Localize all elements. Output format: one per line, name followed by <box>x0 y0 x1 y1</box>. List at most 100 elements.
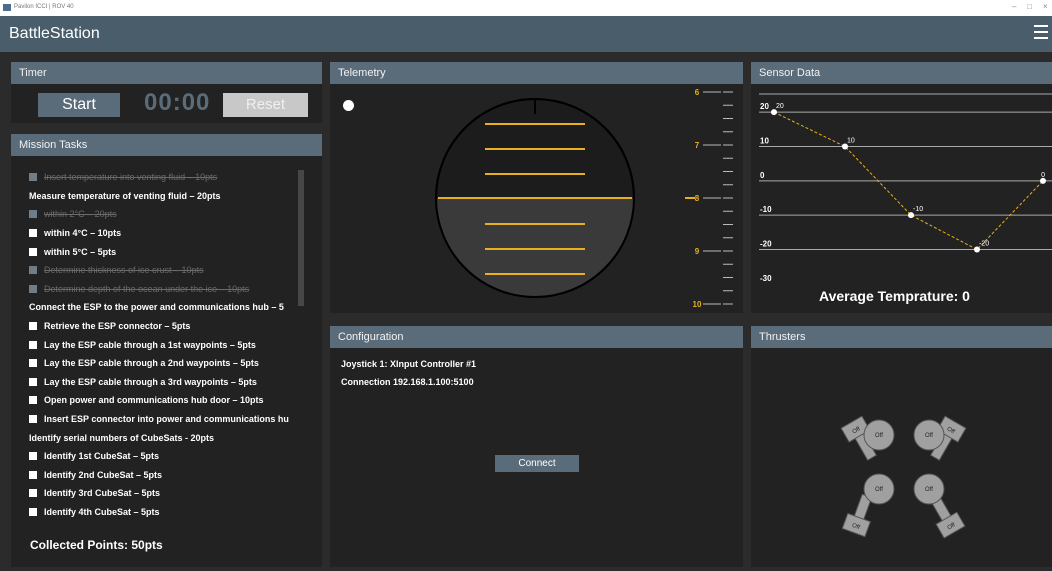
connection-info: Connection 192.168.1.100:5100 <box>341 377 474 387</box>
thruster-state-label: Off <box>925 487 933 493</box>
task-item[interactable]: Determine thickness of ice crust – 10pts <box>29 261 322 280</box>
depth-label: 8 <box>695 194 700 203</box>
start-button[interactable]: Start <box>38 93 120 117</box>
task-item[interactable]: Identify 3rd CubeSat – 5pts <box>29 484 322 503</box>
hamburger-icon[interactable] <box>1034 25 1048 39</box>
data-label: -10 <box>913 206 923 213</box>
y-tick-label: -20 <box>760 240 772 249</box>
task-label: Determine thickness of ice crust – 10pts <box>44 265 204 276</box>
task-label: Connect the ESP to the power and communi… <box>29 302 284 313</box>
depth-label: 6 <box>695 88 700 97</box>
thruster-diagram: Off OffOff OffOff OffOff Off <box>840 415 967 539</box>
task-item[interactable]: within 5°C – 5pts <box>29 242 322 261</box>
thrusters-title: Thrusters <box>751 326 1052 348</box>
thrusters-panel: Thrusters Off Off Off Off Off Off Off Off <box>751 326 1052 567</box>
telemetry-panel: Telemetry 6 7 8 9 10 <box>330 62 743 313</box>
mission-tasks-title: Mission Tasks <box>11 134 322 156</box>
thruster-state-label: Off <box>875 433 883 439</box>
depth-label: 7 <box>695 141 700 150</box>
y-tick-label: 20 <box>760 102 769 111</box>
task-item[interactable]: Insert ESP connector into power and comm… <box>29 410 322 429</box>
task-checkbox[interactable] <box>29 470 37 479</box>
y-tick-label: -30 <box>760 274 772 283</box>
y-tick-label: 10 <box>760 137 769 146</box>
task-checkbox[interactable] <box>29 229 37 238</box>
task-checkbox[interactable] <box>29 173 37 182</box>
thruster-state-label: Off <box>875 487 883 493</box>
task-item[interactable]: Retrieve the ESP connector – 5pts <box>29 317 322 336</box>
task-group-header: Identify serial numbers of CubeSats - 20… <box>29 428 322 447</box>
task-checkbox[interactable] <box>29 322 37 331</box>
task-label: Identify 2nd CubeSat – 5pts <box>44 469 163 480</box>
task-checkbox[interactable] <box>29 210 37 219</box>
task-checkbox[interactable] <box>29 489 37 498</box>
task-item[interactable]: within 4°C – 10pts <box>29 224 322 243</box>
attitude-display: 6 7 8 9 10 <box>435 88 733 309</box>
task-checkbox[interactable] <box>29 452 37 461</box>
collected-points: Collected Points: 50pts <box>30 538 163 552</box>
data-label: 0 <box>1041 172 1045 179</box>
data-label: 20 <box>776 103 784 110</box>
timer-title: Timer <box>11 62 322 84</box>
task-list: Insert temperature into venting fluid – … <box>29 168 322 521</box>
depth-label: 9 <box>695 247 700 256</box>
task-item[interactable]: Identify 1st CubeSat – 5pts <box>29 447 322 466</box>
configuration-panel: Configuration Joystick 1: XInput Control… <box>330 326 743 567</box>
task-label: within 2°C – 20pts <box>44 209 117 220</box>
task-label: Determine depth of the ocean under the i… <box>44 283 250 294</box>
task-label: Identify 4th CubeSat – 5pts <box>44 506 160 517</box>
task-item[interactable]: Lay the ESP cable through a 2nd waypoint… <box>29 354 322 373</box>
app-title: BattleStation <box>9 25 100 42</box>
task-item[interactable]: Insert temperature into venting fluid – … <box>29 168 322 187</box>
depth-label: 10 <box>693 300 702 309</box>
task-label: Identify 1st CubeSat – 5pts <box>44 451 160 462</box>
task-label: Lay the ESP cable through a 1st waypoint… <box>44 339 256 350</box>
task-item[interactable]: Identify 2nd CubeSat – 5pts <box>29 466 322 485</box>
task-checkbox[interactable] <box>29 377 37 386</box>
task-label: Measure temperature of venting fluid – 2… <box>29 190 221 201</box>
window-title: Pavilon ICCI | ROV 40 <box>14 4 74 10</box>
task-checkbox[interactable] <box>29 247 37 256</box>
task-list-scrollbar[interactable] <box>298 170 304 306</box>
timer-display: 00:00 <box>144 89 211 116</box>
task-item[interactable]: within 2°C – 20pts <box>29 205 322 224</box>
task-item[interactable]: Determine depth of the ocean under the i… <box>29 280 322 299</box>
task-checkbox[interactable] <box>29 415 37 424</box>
task-group-header: Measure temperature of venting fluid – 2… <box>29 187 322 206</box>
reset-button[interactable]: Reset <box>223 93 308 117</box>
task-label: Lay the ESP cable through a 3rd waypoint… <box>44 376 257 387</box>
configuration-title: Configuration <box>330 326 743 348</box>
sensor-data-panel: Sensor Data 20 10 0 -10 -20 -30 20 10 -10 -20 0 Av… <box>751 62 1052 313</box>
thruster-state-label: Off <box>925 433 933 439</box>
mission-tasks-panel: Mission Tasks Insert temperature into ve… <box>11 134 322 567</box>
telemetry-title: Telemetry <box>330 62 743 84</box>
task-label: Open power and communications hub door –… <box>44 395 264 406</box>
task-item[interactable]: Open power and communications hub door –… <box>29 391 322 410</box>
task-checkbox[interactable] <box>29 284 37 293</box>
task-label: Identify 3rd CubeSat – 5pts <box>44 488 161 499</box>
task-checkbox[interactable] <box>29 340 37 349</box>
task-checkbox[interactable] <box>29 359 37 368</box>
task-checkbox[interactable] <box>29 507 37 516</box>
data-label: 10 <box>847 138 855 145</box>
task-label: Retrieve the ESP connector – 5pts <box>44 321 191 332</box>
app-icon <box>3 4 11 11</box>
task-item[interactable]: Identify 4th CubeSat – 5pts <box>29 503 322 522</box>
maximize-button[interactable]: □ <box>1027 2 1032 11</box>
task-label: Insert ESP connector into power and comm… <box>44 414 289 425</box>
minimize-button[interactable]: – <box>1012 2 1016 11</box>
depth-scale: 6 7 8 9 10 <box>685 88 733 309</box>
window-titlebar: Pavilon ICCI | ROV 40 – □ × <box>0 0 1052 16</box>
connect-button[interactable]: Connect <box>495 455 579 472</box>
joystick-info: Joystick 1: XInput Controller #1 <box>341 359 477 369</box>
data-label: -20 <box>979 241 989 248</box>
task-checkbox[interactable] <box>29 396 37 405</box>
y-tick-label: 0 <box>760 171 765 180</box>
task-item[interactable]: Lay the ESP cable through a 3rd waypoint… <box>29 373 322 392</box>
task-item[interactable]: Lay the ESP cable through a 1st waypoint… <box>29 335 322 354</box>
close-button[interactable]: × <box>1043 2 1048 11</box>
average-temperature: Average Temprature: 0 <box>819 288 970 304</box>
task-checkbox[interactable] <box>29 266 37 275</box>
task-label: within 4°C – 10pts <box>44 228 122 239</box>
sensor-data-title: Sensor Data <box>751 62 1052 84</box>
